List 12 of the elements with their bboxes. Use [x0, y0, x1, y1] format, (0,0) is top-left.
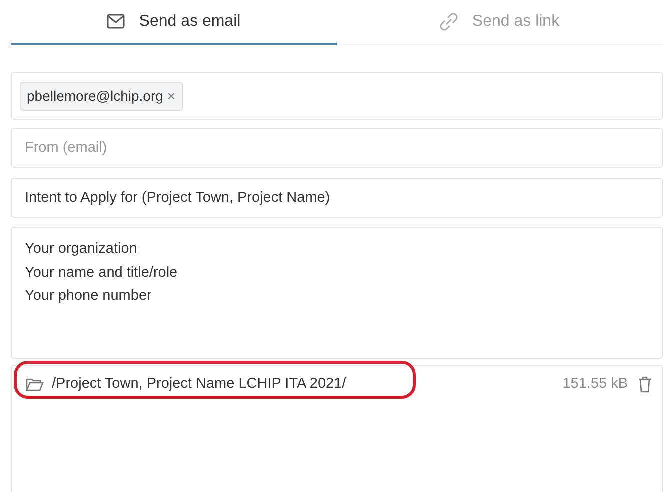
folder-path[interactable]: /Project Town, Project Name LCHIP ITA 2021/: [52, 374, 346, 396]
recipient-tag: pbellemore@lchip.org ×: [20, 82, 183, 110]
message-field[interactable]: Your organization Your name and title/role Your phone number: [11, 227, 663, 359]
file-size: 151.55 kB: [562, 375, 628, 394]
tab[interactable]: Send as email: [11, 0, 337, 45]
recipients-field[interactable]: pbellemore@lchip.org ×: [11, 72, 663, 120]
remove-button[interactable]: ×: [167, 86, 176, 106]
link-icon: [440, 12, 458, 30]
folder-icon: [26, 378, 44, 392]
envelope-icon: [107, 14, 126, 29]
from-field[interactable]: From (email): [11, 128, 663, 168]
subject-field[interactable]: Intent to Apply for (Project Town, Project Name): [11, 178, 663, 218]
